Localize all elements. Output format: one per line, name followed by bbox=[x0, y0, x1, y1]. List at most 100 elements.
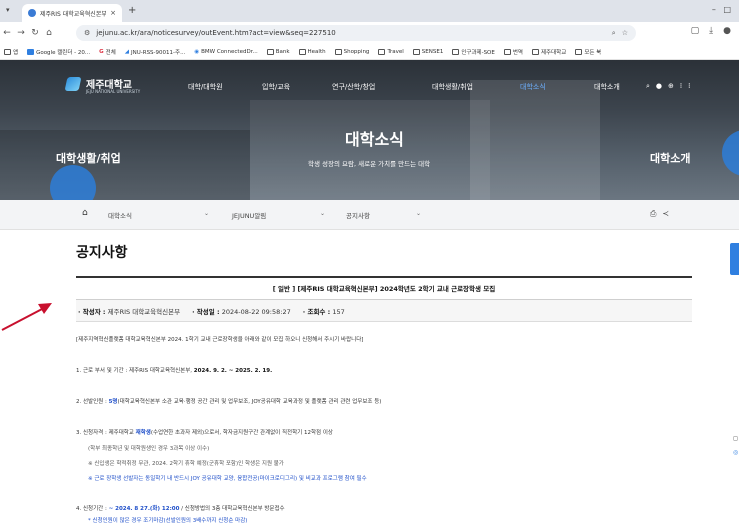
bookmark-item[interactable]: 앱 bbox=[4, 48, 18, 56]
google-icon: G bbox=[99, 48, 104, 55]
logo-mark-icon bbox=[64, 76, 82, 91]
building-shape bbox=[250, 100, 490, 200]
building-shape bbox=[0, 130, 250, 200]
chevron-down-icon: ⌄ bbox=[320, 210, 326, 217]
nav-item-news[interactable]: 대학소식 bbox=[520, 82, 546, 92]
tab-search-icon[interactable]: ▾ bbox=[6, 6, 10, 14]
profile-icon[interactable]: ● bbox=[723, 26, 731, 36]
post-intro: [제주지역혁신플랫폼 대학교육혁신본부 2024. 1학기 교내 근로장학생을 … bbox=[76, 337, 364, 343]
user-icon[interactable]: ● bbox=[656, 82, 668, 90]
search-icon[interactable]: ⌕ bbox=[646, 82, 656, 90]
page-tools: ⎙≺ bbox=[650, 209, 675, 219]
zoom-icon[interactable]: ⌕ bbox=[612, 29, 616, 38]
folder-icon bbox=[412, 48, 420, 55]
chevron-down-icon: ⌄ bbox=[416, 210, 422, 217]
post-title: [ 일반 ] [제주RIS 대학교육혁신본부] 2024학년도 2학기 교내 근… bbox=[76, 276, 692, 300]
bookmark-folder[interactable]: 제주대학교 bbox=[532, 48, 566, 56]
hero-subtitle: 학생 성장의 요람, 새로운 가치를 만드는 대학 bbox=[308, 160, 431, 168]
building-shape bbox=[470, 80, 600, 200]
bookmark-folder[interactable]: Health bbox=[298, 48, 326, 55]
site-info-icon[interactable]: ⚙ bbox=[84, 29, 90, 37]
chevron-down-icon: ⌄ bbox=[204, 210, 210, 217]
bookmark-item[interactable]: ◢ JNU-RSS-90011-주... bbox=[125, 48, 186, 56]
browser-actions: ▢ ⤓ ● bbox=[691, 26, 731, 36]
bookmark-folder[interactable]: 모든 북 bbox=[575, 48, 601, 56]
folder-icon bbox=[575, 48, 583, 55]
post-line-eligibility: 3. 신청자격 : 제주대학교 재학생(수업연한 초과자 제외)으로서, 학자금… bbox=[76, 430, 333, 436]
nav-item-academics[interactable]: 대학/대학원 bbox=[188, 82, 223, 92]
folder-icon bbox=[266, 48, 274, 55]
bookmark-folder[interactable]: Shopping bbox=[334, 48, 369, 55]
share-icon[interactable]: ≺ bbox=[662, 209, 675, 218]
reload-icon[interactable]: ↻ bbox=[28, 28, 42, 38]
quick-menu-tab[interactable] bbox=[730, 243, 739, 275]
post-line-application: 4. 신청기간 : ~ 2024. 8 27.(화) 12:00 / 신청방법의… bbox=[76, 506, 285, 512]
post-line-period: 1. 근로 부서 및 기간 : 제주RIS 대학교육혁신본부, 2024. 9.… bbox=[76, 368, 273, 374]
folder-icon bbox=[298, 48, 306, 55]
new-tab-button[interactable]: + bbox=[128, 5, 136, 16]
back-icon[interactable]: ← bbox=[0, 28, 14, 38]
breadcrumb-item-notices[interactable]: JEJUNU알림 ⌄ bbox=[232, 210, 325, 220]
nav-item-about[interactable]: 대학소개 bbox=[594, 82, 620, 92]
nav-item-research[interactable]: 연구/산학/창업 bbox=[332, 82, 375, 92]
post-meta: · 작성자 : 제주RIS 대학교육혁신본부 · 작성일 : 2024-08-2… bbox=[76, 300, 692, 322]
globe-icon[interactable]: ⊕ bbox=[668, 82, 680, 90]
home-button-icon[interactable]: ⌂ bbox=[42, 28, 56, 38]
bookmarks-bar: 앱 Google 캘린더 - 20... G 전체 ◢ JNU-RSS-90011-… bbox=[0, 44, 739, 60]
minimize-icon[interactable]: – □ bbox=[712, 5, 731, 14]
decorative-circle bbox=[722, 130, 739, 176]
favicon-icon bbox=[28, 9, 36, 17]
breadcrumb-item-news[interactable]: 대학소식 ⌄ bbox=[108, 210, 209, 220]
post-note: ※ 신입생은 학적취정 무관, 2024. 2학기 휴학 예정(군휴학 포함)인… bbox=[88, 461, 284, 467]
address-toolbar: ← → ↻ ⌂ ⚙ jejunu.ac.kr/ara/noticesurvey/… bbox=[0, 22, 739, 44]
red-arrow-icon bbox=[1, 303, 52, 331]
views-meta: · 조회수 : 157 bbox=[302, 307, 345, 316]
url-text: jejunu.ac.kr/ara/noticesurvey/outEvent.h… bbox=[96, 29, 336, 37]
breadcrumb-item-board[interactable]: 공지사항 ⌄ bbox=[346, 210, 421, 220]
breadcrumb: ⌂ 대학소식 ⌄ JEJUNU알림 ⌄ 공지사항 ⌄ ⎙≺ bbox=[0, 200, 739, 230]
bookmark-folder[interactable]: Bank bbox=[266, 48, 290, 55]
download-icon[interactable]: ⤓ bbox=[709, 26, 713, 36]
bookmark-star-icon[interactable]: ☆ bbox=[622, 29, 628, 37]
bookmark-folder[interactable]: SENSE1 bbox=[412, 48, 443, 55]
author-meta: · 작성자 : 제주RIS 대학교육혁신본부 bbox=[78, 307, 181, 316]
browser-tab-bar: ▾ 제주RIS 대학교육혁신본부 2 × + – □ bbox=[0, 0, 739, 22]
bmw-icon: ◉ bbox=[194, 48, 200, 55]
page-title: 공지사항 bbox=[76, 245, 128, 261]
bookmark-folder[interactable]: Travel bbox=[378, 48, 404, 55]
browser-tab[interactable]: 제주RIS 대학교육혁신본부 2 × bbox=[22, 4, 122, 22]
next-section-link[interactable]: 대학소개 bbox=[650, 150, 690, 166]
bookmark-item[interactable]: G 전체 bbox=[99, 48, 116, 56]
side-controls: ◻ ◎ bbox=[733, 432, 738, 460]
bookmark-folder[interactable]: 번역 bbox=[503, 48, 523, 56]
hero-banner: 제주대학교 JEJU NATIONAL UNIVERSITY 대학/대학원 입학… bbox=[0, 60, 739, 200]
folder-icon bbox=[532, 48, 539, 55]
prev-section-link[interactable]: 대학생활/취업 bbox=[56, 150, 121, 166]
post-line-count: 2. 선발인원 : 5명(대학교육혁신본부 소관 교육·행정 공간 관리 및 업… bbox=[76, 399, 382, 405]
menu-icon[interactable]: ⁞⁞ bbox=[680, 82, 696, 90]
forward-icon[interactable]: → bbox=[14, 28, 28, 38]
bookmark-folder[interactable]: 인구과제-SOE bbox=[452, 48, 495, 56]
nav-item-campus-life[interactable]: 대학생활/취업 bbox=[432, 82, 473, 92]
extensions-icon[interactable]: ▢ bbox=[691, 26, 700, 36]
jnu-icon: ◢ bbox=[124, 48, 129, 55]
folder-icon bbox=[378, 48, 386, 55]
folder-icon bbox=[503, 48, 511, 55]
bookmark-item[interactable]: Google 캘린더 - 20... bbox=[27, 48, 90, 56]
apps-icon bbox=[4, 48, 11, 55]
nav-item-admission[interactable]: 입학/교육 bbox=[262, 82, 290, 92]
home-icon[interactable]: ⌂ bbox=[82, 208, 88, 218]
side-icon[interactable]: ◎ bbox=[733, 446, 738, 460]
site-logo[interactable]: 제주대학교 JEJU NATIONAL UNIVERSITY bbox=[64, 76, 140, 94]
print-icon[interactable]: ⎙ bbox=[650, 209, 662, 218]
date-meta: · 작성일 : 2024-08-22 09:58:27 bbox=[192, 307, 291, 316]
tab-title: 제주RIS 대학교육혁신본부 2 bbox=[40, 10, 107, 18]
tab-close-icon[interactable]: × bbox=[110, 9, 116, 17]
side-icon[interactable]: ◻ bbox=[733, 432, 738, 446]
post-note: * 신청인원이 많은 경우 조기마감(선발인원의 3배수까지 신청순 마감) bbox=[88, 518, 248, 524]
folder-icon bbox=[334, 48, 342, 55]
bookmark-item[interactable]: ◉ BMW ConnectedDr... bbox=[194, 49, 257, 55]
hero-title: 대학소식 bbox=[345, 130, 404, 149]
post-note: (학부 최종학년 및 대학원생인 경우 3과목 이상 이수) bbox=[88, 446, 210, 452]
url-field[interactable]: ⚙ jejunu.ac.kr/ara/noticesurvey/outEvent… bbox=[76, 25, 636, 41]
